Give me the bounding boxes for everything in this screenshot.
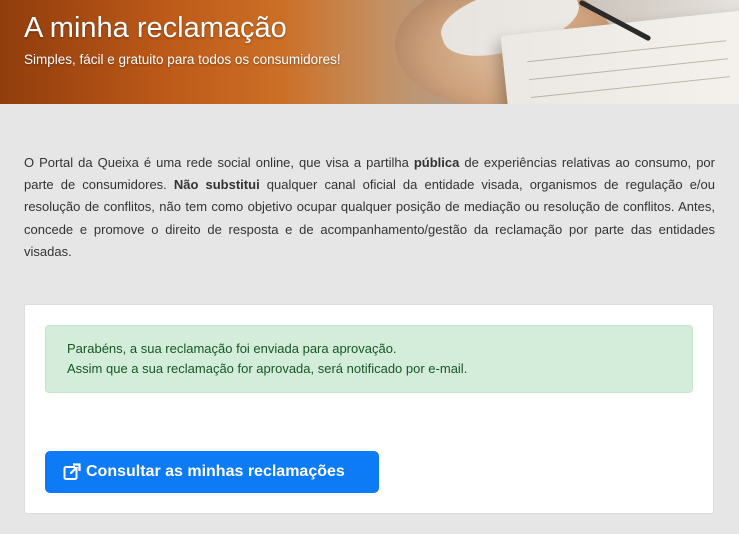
emphasis-nao-substitui: Não substitui xyxy=(173,177,260,193)
result-card: Parabéns, a sua reclamação foi enviada p… xyxy=(24,304,714,514)
intro-paragraph: O Portal da Queixa é uma rede social onl… xyxy=(24,155,715,259)
view-my-complaints-button[interactable]: Consultar as minhas reclamações xyxy=(45,451,379,493)
alert-line-notify: Assim que a sua reclamação for aprovada,… xyxy=(67,361,468,376)
emphasis-publica: pública xyxy=(413,155,460,170)
alert-line-submitted: Parabéns, a sua reclamação foi enviada p… xyxy=(67,341,397,356)
header-banner: A minha reclamação Simples, fácil e grat… xyxy=(0,0,739,104)
page-subtitle: Simples, fácil e gratuito para todos os … xyxy=(24,52,341,67)
external-link-icon xyxy=(63,463,81,481)
page-title: A minha reclamação xyxy=(24,12,287,44)
button-label: Consultar as minhas reclamações xyxy=(86,463,345,480)
success-alert: Parabéns, a sua reclamação foi enviada p… xyxy=(45,325,693,393)
